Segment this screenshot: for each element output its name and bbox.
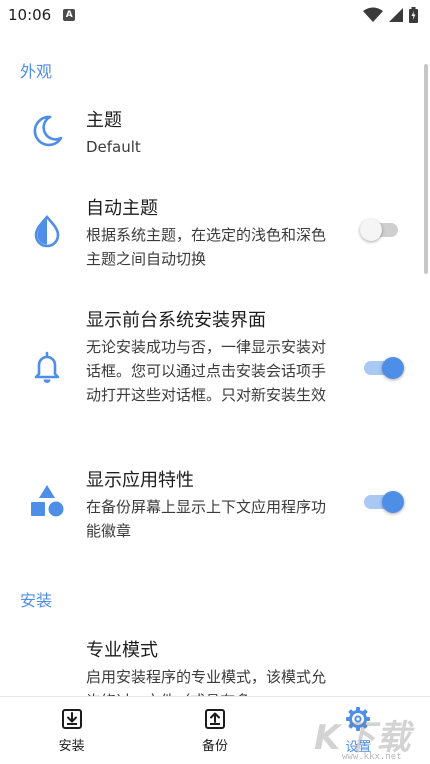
switch-thumb [382,491,404,513]
watermark-url: www.kkx.net [342,752,402,762]
nav-backup[interactable]: 备份 [143,697,286,764]
show-features-switch[interactable] [360,486,404,518]
pref-show-app-features[interactable]: 显示应用特性 在备份屏幕上显示上下文应用程序功能徽章 [0,464,430,550]
settings-list[interactable]: 外观 主题 Default 自动主题 根据系统主题，在选定的浅色和深色主题之间自… [0,30,430,696]
pref-show-foreground-install[interactable]: 显示前台系统安装界面 无论安装成功与否，一律显示安装对话框。您可以通过点击安装会… [0,302,430,438]
pref-show-foreground-title: 显示前台系统安装界面 [86,310,266,331]
watermark: K下载 www.kkx.net [312,708,430,764]
section-header-install: 安装 [20,591,53,610]
notification-a-icon: A [63,9,76,21]
signal-icon [389,8,403,22]
pref-show-features-summary: 在备份屏幕上显示上下文应用程序功能徽章 [86,498,327,540]
nav-install-label: 安装 [58,739,85,754]
bell-icon [34,351,60,383]
pref-theme-summary: Default [86,138,141,156]
pref-auto-theme-title: 自动主题 [86,198,158,219]
moon-icon [33,115,63,147]
status-bar: 10:06 A [0,0,430,30]
pref-show-features-title: 显示应用特性 [86,470,194,491]
battery-icon [409,7,418,23]
nav-install[interactable]: 安装 [0,697,143,764]
upload-box-icon [204,709,225,729]
switch-thumb [360,219,382,241]
pref-expert-mode-title: 专业模式 [86,640,158,661]
switch-thumb [382,357,404,379]
pref-expert-mode-summary: 启用安装程序的专业模式，该模式允许绕过...文件（或具有多 [86,668,327,696]
wifi-icon [363,7,383,22]
pref-auto-theme-summary: 根据系统主题，在选定的浅色和深色主题之间自动切换 [86,226,327,268]
status-icons [363,7,418,23]
show-foreground-switch[interactable] [360,352,404,384]
nav-backup-label: 备份 [201,739,228,754]
pref-theme-title: 主题 [86,110,122,131]
pref-auto-theme[interactable]: 自动主题 根据系统主题，在选定的浅色和深色主题之间自动切换 [0,188,430,274]
pref-expert-mode[interactable]: 专业模式 启用安装程序的专业模式，该模式允许绕过...文件（或具有多 [0,634,430,696]
water-drop-icon [34,215,60,248]
pref-theme[interactable]: 主题 Default [0,100,430,164]
download-box-icon [61,709,82,729]
pref-show-foreground-summary: 无论安装成功与否，一律显示安装对话框。您可以通过点击安装会话项手动打开这些对话框… [86,338,327,404]
shapes-icon [31,485,64,517]
section-header-appearance: 外观 [20,62,53,81]
status-time: 10:06 [8,6,52,24]
auto-theme-switch[interactable] [360,214,404,246]
